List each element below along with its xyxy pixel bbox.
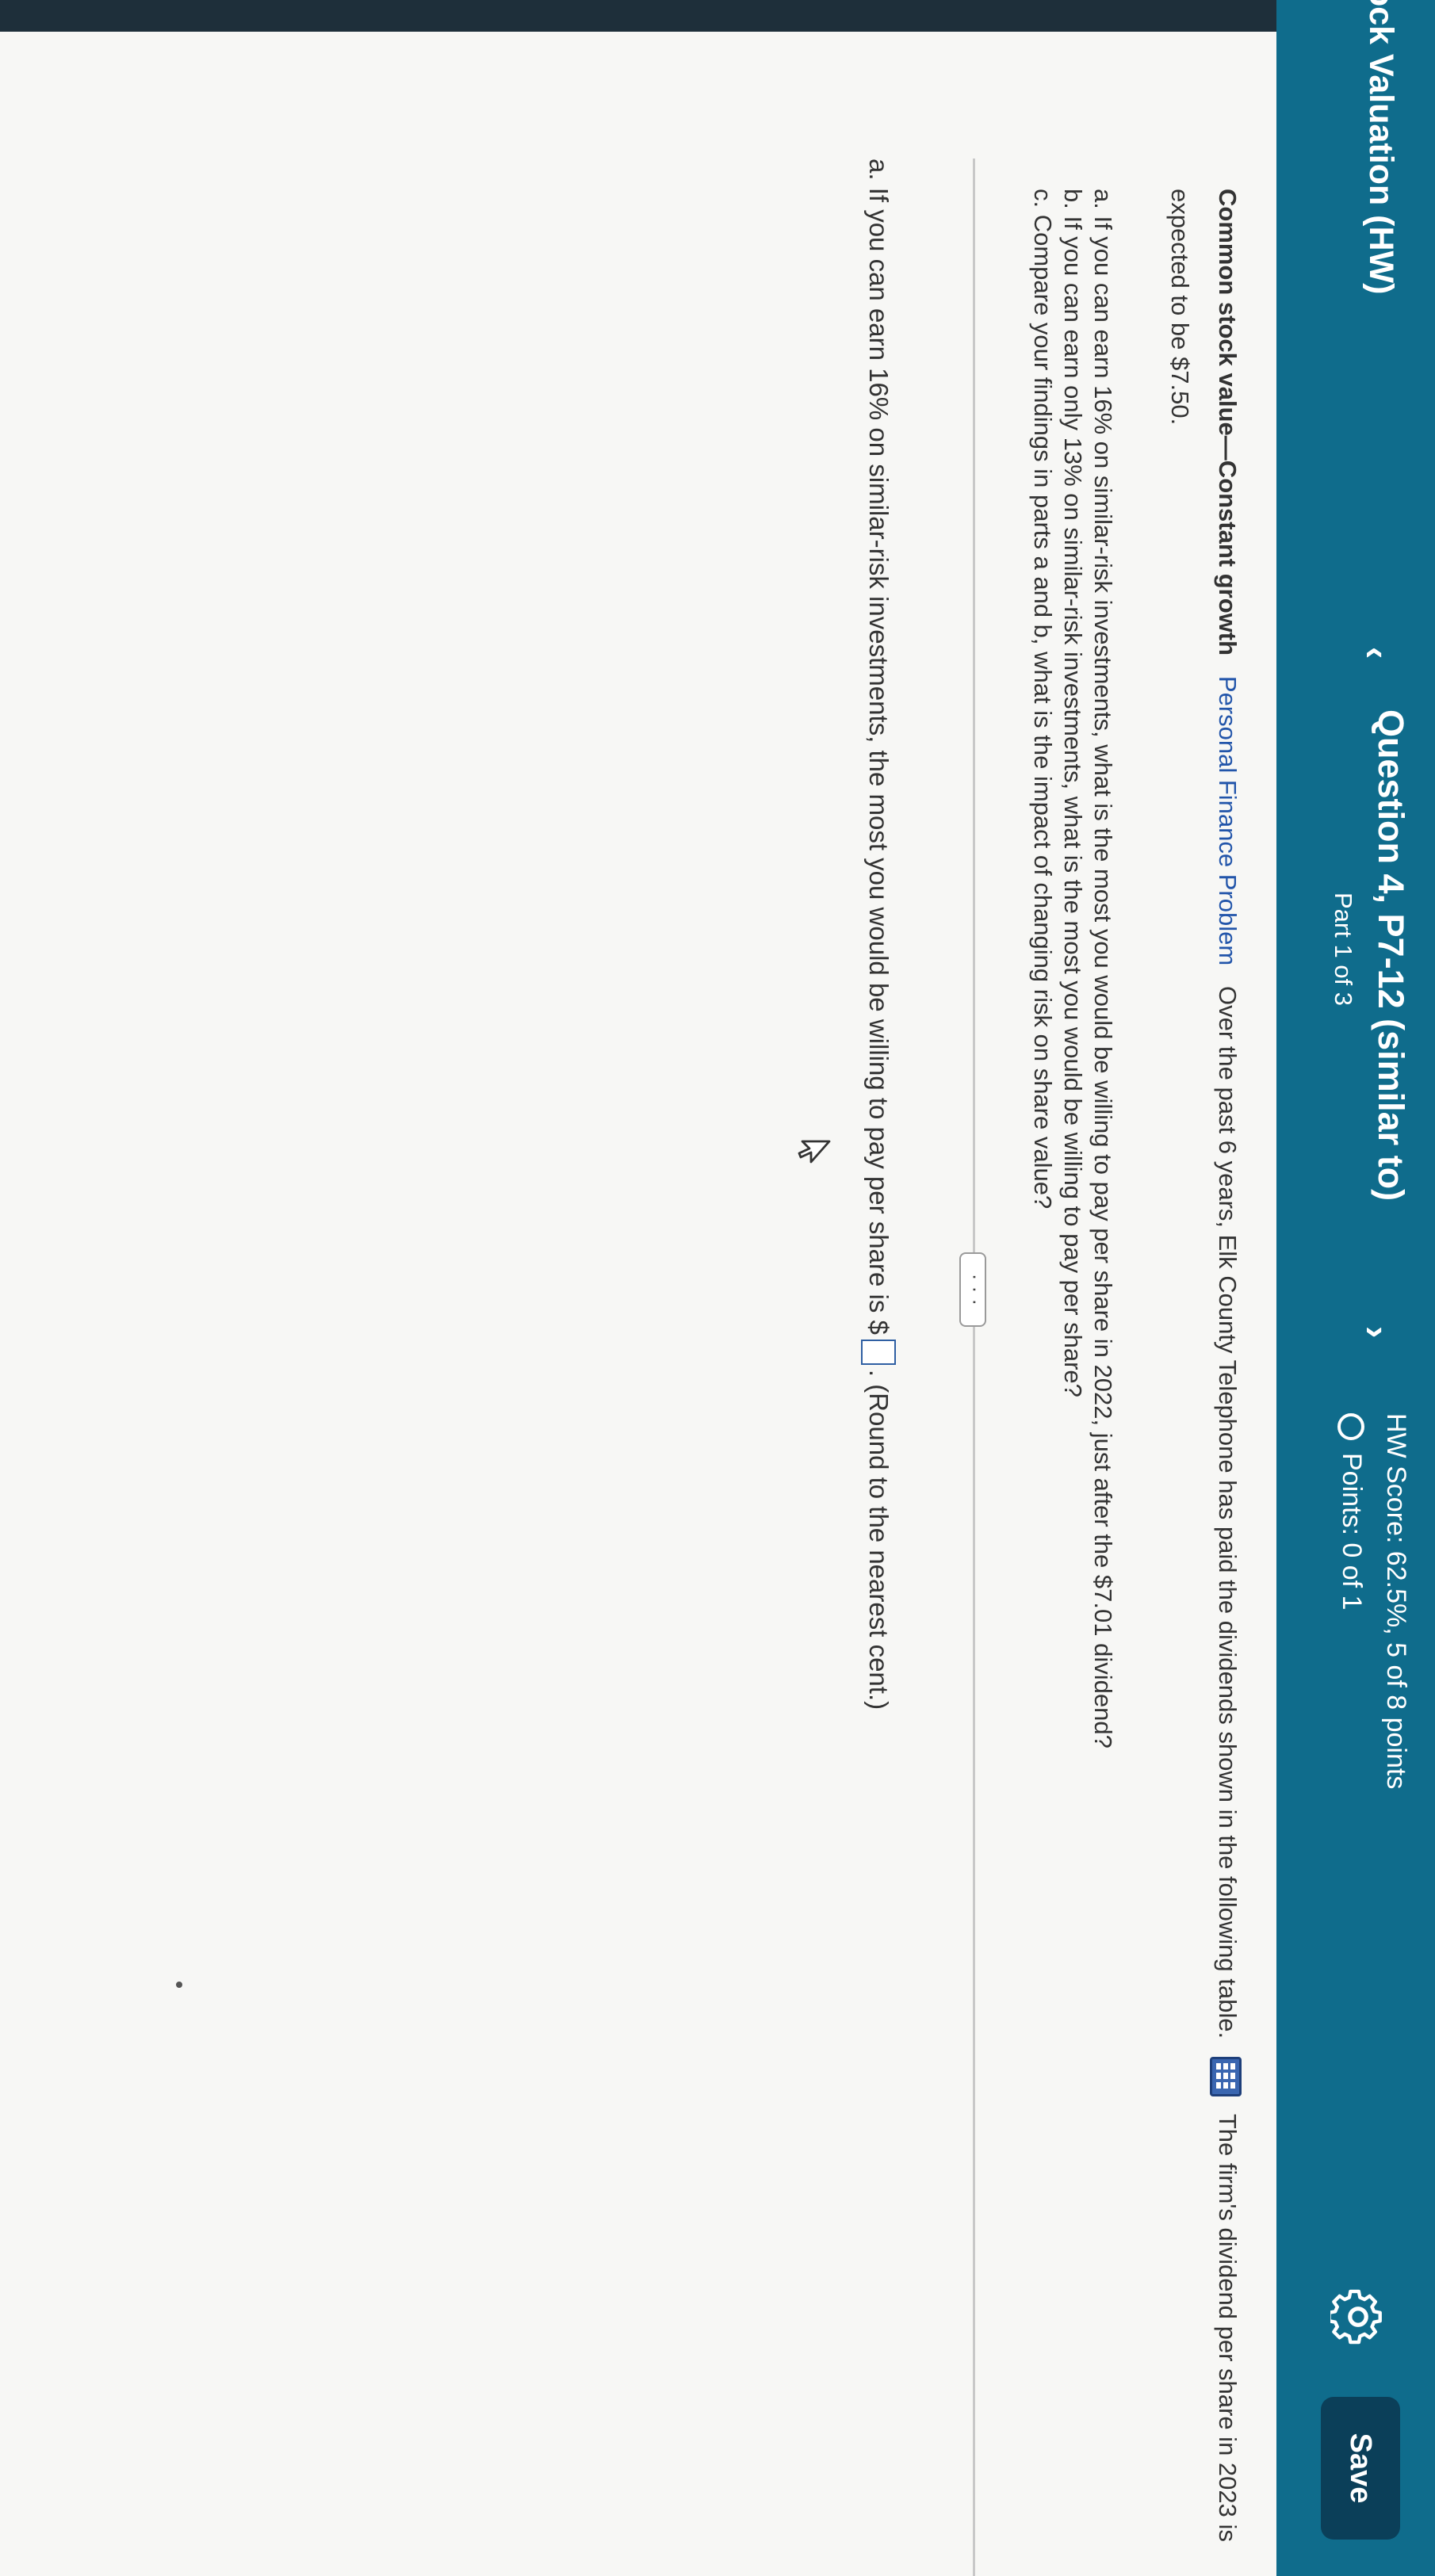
expand-button[interactable]: · · · — [959, 1252, 988, 1327]
problem-statement: Common stock value—Constant growth Perso… — [1156, 189, 1251, 2551]
save-button[interactable]: Save — [1321, 2397, 1400, 2540]
mouse-cursor-icon — [798, 1140, 831, 1164]
answer-prompt: a. If you can earn 16% on similar-risk i… — [864, 159, 894, 1335]
header-bar: ock Valuation (HW) ‹ Question 4, P7-12 (… — [1276, 0, 1435, 2576]
question-list: a. If you can earn 16% on similar-risk i… — [1027, 189, 1118, 2551]
chevron-left-icon[interactable]: ‹ — [1356, 647, 1399, 659]
answer-hint: . (Round to the nearest cent.) — [864, 1369, 894, 1710]
divider — [973, 159, 975, 2576]
problem-topic: Personal Finance Problem — [1214, 675, 1242, 966]
chevron-right-icon[interactable]: › — [1356, 1326, 1399, 1338]
screen-speck — [176, 1982, 182, 1988]
assignment-title: ock Valuation (HW) — [1362, 0, 1400, 295]
answer-row: a. If you can earn 16% on similar-risk i… — [861, 159, 896, 1710]
problem-text-1: Over the past 6 years, Elk County Teleph… — [1214, 986, 1242, 2039]
data-table-icon[interactable] — [1210, 2056, 1242, 2096]
points-status: Points: 0 of 1 — [1336, 1413, 1367, 1610]
question-b: b. If you can earn only 13% on similar-r… — [1059, 189, 1087, 1397]
question-a: a. If you can earn 16% on similar-risk i… — [1089, 189, 1117, 1749]
hw-score: HW Score: 62.5%, 5 of 8 points — [1381, 1413, 1411, 1790]
gear-icon[interactable] — [1330, 2289, 1386, 2345]
window-edge — [0, 0, 1435, 32]
question-c: c. Compare your findings in parts a and … — [1029, 189, 1057, 1210]
problem-heading: Common stock value—Constant growth — [1214, 189, 1242, 656]
question-part: Part 1 of 3 — [1330, 892, 1357, 1007]
question-title: Question 4, P7-12 (similar to) — [1371, 709, 1411, 1202]
points-label: Points: 0 of 1 — [1337, 1453, 1367, 1611]
answer-input[interactable] — [861, 1339, 896, 1365]
circle-icon — [1337, 1413, 1365, 1440]
page-rotated-view: ock Valuation (HW) ‹ Question 4, P7-12 (… — [0, 0, 1435, 2576]
